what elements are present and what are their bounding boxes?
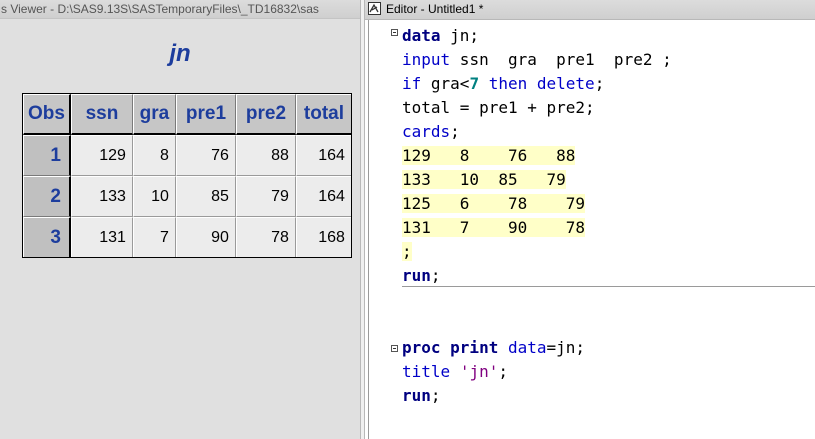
column-header-total: total xyxy=(295,94,351,135)
keyword-if: if xyxy=(402,74,422,93)
results-viewer-content: jn Obs ssn gra pre1 pre2 total 1 129 8 7… xyxy=(0,19,360,439)
pre1-cell: 85 xyxy=(175,176,236,217)
datalines-row: 131 7 90 78 xyxy=(402,216,586,240)
keyword-data: data xyxy=(402,26,441,45)
table-header-row: Obs ssn gra pre1 pre2 total xyxy=(23,94,351,135)
datalines-row: 133 10 85 79 xyxy=(402,168,566,192)
total-cell: 168 xyxy=(295,217,351,257)
pre2-cell: 78 xyxy=(235,217,296,257)
table-row: 3 131 7 90 78 168 xyxy=(23,217,351,257)
gra-cell: 10 xyxy=(132,176,176,217)
datalines-row: 129 8 76 88 xyxy=(402,144,576,168)
pre1-cell: 90 xyxy=(175,217,236,257)
total-cell: 164 xyxy=(295,176,351,217)
code-text: ; xyxy=(430,266,441,285)
keyword-title: title xyxy=(402,362,451,381)
gra-cell: 8 xyxy=(132,135,176,176)
editor-pane: Editor - Untitled1 * data jn; input ssn … xyxy=(365,0,815,439)
column-header-ssn: ssn xyxy=(70,94,133,135)
column-header-gra: gra xyxy=(132,94,176,135)
datalines-text: 133 10 85 79 xyxy=(402,170,566,189)
keyword-delete: delete xyxy=(536,74,595,93)
code-line: cards; xyxy=(402,120,460,144)
step-separator xyxy=(402,286,815,287)
ssn-cell: 131 xyxy=(70,217,133,257)
gra-cell: 7 xyxy=(132,217,176,257)
editor-title: Editor - Untitled1 * xyxy=(386,2,484,16)
row-obs-cell: 3 xyxy=(23,217,71,257)
total-cell: 164 xyxy=(295,135,351,176)
editor-titlebar[interactable]: Editor - Untitled1 * xyxy=(365,0,815,20)
table-row: 2 133 10 85 79 164 xyxy=(23,176,351,217)
results-viewer-title: s Viewer - D:\SAS9.13S\SASTemporaryFiles… xyxy=(1,2,319,16)
column-header-obs: Obs xyxy=(23,94,71,135)
datalines-text: 131 7 90 78 xyxy=(402,218,586,237)
column-header-pre2: pre2 xyxy=(235,94,296,135)
keyword-proc-print: proc print xyxy=(402,338,499,357)
report-table: Obs ssn gra pre1 pre2 total 1 129 8 76 8 xyxy=(22,93,352,258)
code-text: ssn gra pre1 pre2 ; xyxy=(450,50,672,69)
code-line: run; xyxy=(402,384,441,408)
sas-editor-icon xyxy=(368,2,381,15)
code-text: gra< xyxy=(421,74,470,93)
option-data: data xyxy=(507,338,547,357)
datalines-text: 125 6 78 79 xyxy=(402,194,586,213)
datalines-row: ; xyxy=(402,240,412,264)
row-obs-cell: 2 xyxy=(23,176,71,217)
code-line: run; xyxy=(402,264,441,288)
keyword-cards: cards xyxy=(402,122,451,141)
keyword-input: input xyxy=(402,50,451,69)
keyword-run: run xyxy=(402,266,431,285)
pre1-cell: 76 xyxy=(175,135,236,176)
datalines-text: 129 8 76 88 xyxy=(402,146,576,165)
results-viewer-pane: s Viewer - D:\SAS9.13S\SASTemporaryFiles… xyxy=(0,0,360,439)
datalines-row: 125 6 78 79 xyxy=(402,192,586,216)
table-row: 1 129 8 76 88 164 xyxy=(23,135,351,176)
keyword-run: run xyxy=(402,386,431,405)
ssn-cell: 129 xyxy=(70,135,133,176)
numeric-literal: 7 xyxy=(469,74,480,93)
string-literal: 'jn' xyxy=(459,362,499,381)
row-obs-cell: 1 xyxy=(23,135,71,176)
datalines-text: ; xyxy=(402,242,412,261)
code-text: ; xyxy=(430,386,441,405)
code-text: jn; xyxy=(440,26,480,45)
code-line: if gra<7 then delete; xyxy=(402,72,604,96)
fold-toggle-icon[interactable] xyxy=(391,29,398,36)
code-line: title 'jn'; xyxy=(402,360,508,384)
pre2-cell: 88 xyxy=(235,135,296,176)
code-line: total = pre1 + pre2; xyxy=(402,98,595,117)
code-text: ; xyxy=(450,122,460,141)
code-line: data jn; xyxy=(402,24,479,48)
code-editor[interactable]: data jn; input ssn gra pre1 pre2 ; if gr… xyxy=(368,20,815,439)
code-text: ; xyxy=(594,74,605,93)
pre2-cell: 79 xyxy=(235,176,296,217)
code-text: ; xyxy=(498,362,508,381)
ssn-cell: 133 xyxy=(70,176,133,217)
code-text: =jn; xyxy=(546,338,586,357)
code-line: input ssn gra pre1 pre2 ; xyxy=(402,48,672,72)
keyword-then: then xyxy=(488,74,528,93)
column-header-pre1: pre1 xyxy=(175,94,236,135)
results-viewer-titlebar[interactable]: s Viewer - D:\SAS9.13S\SASTemporaryFiles… xyxy=(0,0,360,19)
report-title: jn xyxy=(169,40,191,67)
code-line: proc print data=jn; xyxy=(402,336,585,360)
report-table-wrapper: Obs ssn gra pre1 pre2 total 1 129 8 76 8 xyxy=(22,93,352,258)
fold-toggle-icon[interactable] xyxy=(391,345,398,352)
